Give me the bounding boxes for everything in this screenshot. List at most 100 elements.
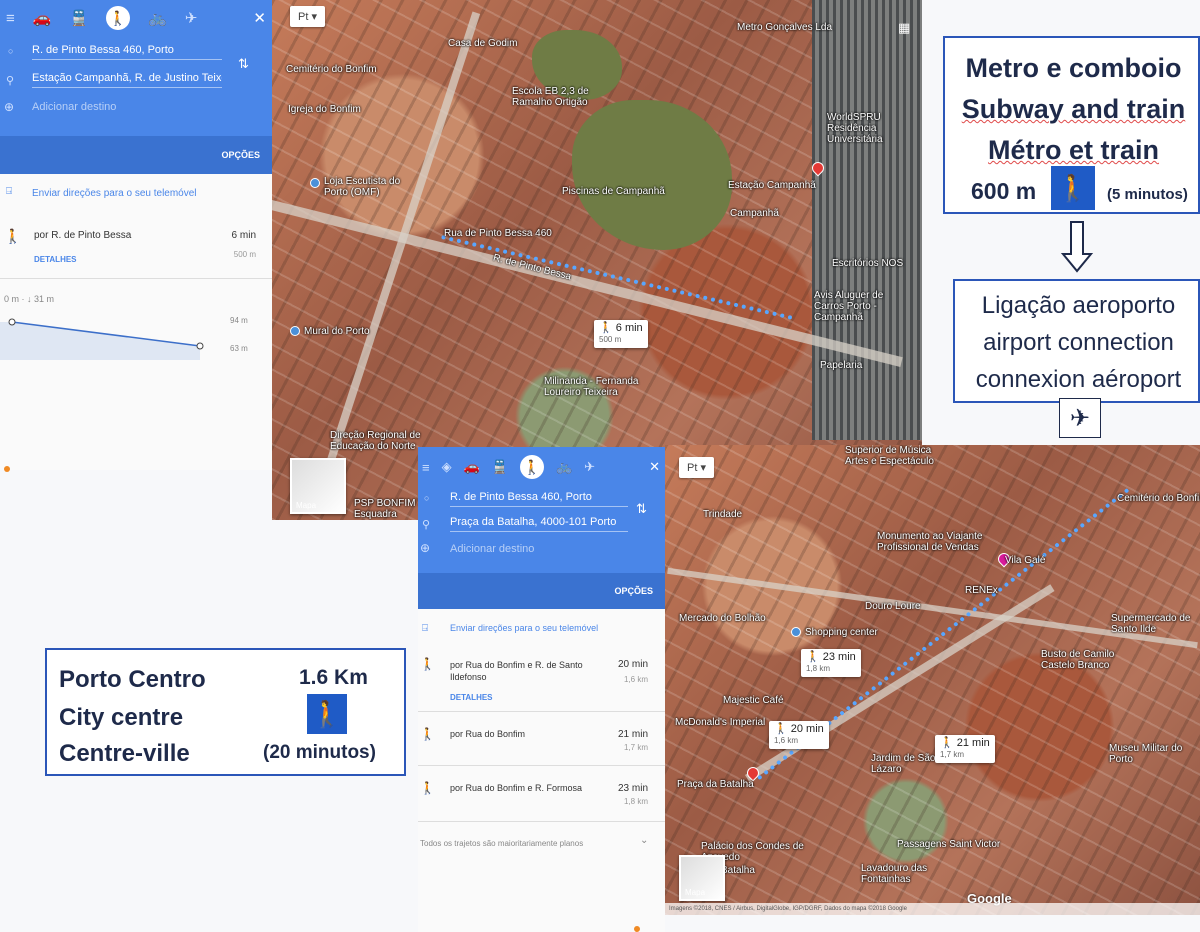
details-link[interactable]: DETALHES <box>450 693 493 702</box>
directions-header: ≡ 🚗 🚆 🚶 🚲 ✈ ✕ ○ R. de Pinto Bessa 460, P… <box>0 0 272 136</box>
aerial-map-centro[interactable]: Pt ▾ Superior de Música Artes e Espectác… <box>665 445 1200 915</box>
origin-dot-icon: ○ <box>424 493 430 503</box>
car-icon[interactable]: 🚗 <box>33 9 52 27</box>
map-label: Estação Campanhã <box>728 180 816 191</box>
walk-icon: 🚶 <box>774 723 788 735</box>
close-icon[interactable]: ✕ <box>649 459 660 475</box>
swap-icon[interactable]: ⇅ <box>636 501 647 517</box>
destination-input[interactable]: Praça da Batalha, 4000-101 Porto <box>450 516 628 532</box>
map-label: Batalha <box>721 865 755 876</box>
origin-input[interactable]: R. de Pinto Bessa 460, Porto <box>32 44 222 60</box>
origin-dot-icon: ○ <box>8 46 14 56</box>
railway-tracks <box>812 0 922 440</box>
flight-icon[interactable]: ✈ <box>185 9 198 27</box>
options-button[interactable]: OPÇÕES <box>418 573 665 609</box>
shopping-pin-icon[interactable] <box>791 627 801 637</box>
car-icon[interactable]: 🚗 <box>464 459 480 475</box>
apps-grid-icon[interactable]: ▦ <box>898 20 910 36</box>
send-to-phone-icon[interactable]: ⍈ <box>6 186 12 197</box>
walk-icon: 🚶 <box>420 781 435 795</box>
walk-icon: 🚶 <box>307 694 347 734</box>
walk-mode-icon[interactable]: 🚶 <box>106 6 131 30</box>
map-label: Casa de Godim <box>448 38 518 49</box>
bike-icon[interactable]: 🚲 <box>556 459 572 475</box>
chevron-down-icon[interactable]: ⌄ <box>640 835 648 846</box>
menu-icon[interactable]: ≡ <box>422 460 430 475</box>
add-destination[interactable]: Adicionar destino <box>450 543 628 558</box>
layer-thumbnail[interactable]: Mapa <box>679 855 725 901</box>
aerial-map-campanha[interactable]: Pt ▾ Casa de Godim Cemitério do Bonfim I… <box>272 0 922 520</box>
map-label: Igreja do Bonfim <box>288 104 361 115</box>
map-label: RENEx <box>965 585 998 596</box>
elevation-summary: 0 m · ↓ 31 m <box>4 294 55 304</box>
route-time: 20 min <box>617 659 648 670</box>
route-distance: 1,7 km <box>623 743 648 752</box>
walk-icon: 🚶 <box>1051 166 1095 210</box>
map-label: Metro Gonçalves Lda <box>737 22 833 33</box>
distance-label: 600 m <box>971 178 1037 204</box>
info-line: Centre-ville <box>59 740 190 767</box>
place-pin-icon[interactable] <box>290 326 300 336</box>
screen-marker <box>4 466 10 472</box>
map-label: Campanhã <box>730 208 779 219</box>
send-directions-link[interactable]: Enviar direções para o seu telemóvel <box>450 623 598 633</box>
map-label: Monumento ao Viajante Profissional de Ve… <box>877 531 983 553</box>
divider <box>0 278 272 279</box>
place-pin-icon[interactable] <box>310 178 320 188</box>
map-label: Escritórios NOS <box>832 258 904 269</box>
send-to-phone-icon[interactable]: ⍈ <box>422 623 428 634</box>
transit-icon[interactable]: 🚆 <box>69 9 88 27</box>
map-label: Papelaria <box>820 360 863 371</box>
info-line: City centre <box>59 704 184 731</box>
destination-input[interactable]: Estação Campanhã, R. de Justino Teixe <box>32 72 222 88</box>
details-link[interactable]: DETALHES <box>34 255 77 264</box>
distance-label: 1.6 Km <box>299 666 368 689</box>
bike-icon[interactable]: 🚲 <box>148 9 167 27</box>
flight-icon[interactable]: ✈ <box>584 459 595 475</box>
layer-thumbnail[interactable]: Mapa <box>290 458 346 514</box>
airport-connection-box: Ligação aeroporto airport connection con… <box>953 279 1200 403</box>
route-name[interactable]: por Rua do Bonfim e R. de Santo Ildefons… <box>450 659 600 683</box>
route-distance: 1,8 km <box>623 797 648 806</box>
routes-footer-note: Todos os trajetos são maioritariamente p… <box>420 839 584 848</box>
map-label: Lavadouro das Fontainhas <box>861 863 928 885</box>
directions-panel-1: ≡ 🚗 🚆 🚶 🚲 ✈ ✕ ○ R. de Pinto Bessa 460, P… <box>0 0 272 470</box>
map-label: Douro Loure <box>865 601 921 612</box>
walk-icon: 🚶 <box>806 651 820 663</box>
info-line: Subway and train <box>961 94 1186 124</box>
map-label: Cemitério do Bonfim <box>286 64 377 75</box>
metro-train-info-box: Metro e comboio Subway and train Métro e… <box>943 36 1200 214</box>
map-label: Museu Militar do Porto <box>1109 743 1183 765</box>
directions-panel-2: ≡ ◈ 🚗 🚆 🚶 🚲 ✈ ✕ ○ R. de Pinto Bessa 460,… <box>418 447 665 932</box>
route-time-callout[interactable]: 🚶 23 min 1,8 km <box>801 649 861 677</box>
duration-label: (20 minutos) <box>263 742 376 763</box>
route-name[interactable]: por R. de Pinto Bessa <box>34 230 131 241</box>
map-search-box[interactable]: Pt ▾ <box>679 457 714 478</box>
connection-line: connexion aéroport <box>975 366 1182 393</box>
close-icon[interactable]: ✕ <box>253 9 266 27</box>
walk-mode-icon[interactable]: 🚶 <box>519 455 544 479</box>
add-icon: ⊕ <box>420 541 431 555</box>
map-label: Passagens Saint Victor <box>897 839 1001 850</box>
transit-icon[interactable]: 🚆 <box>492 459 508 475</box>
add-destination[interactable]: Adicionar destino <box>32 101 222 116</box>
route-time: 21 min <box>617 729 648 740</box>
route-time: 6 min <box>231 230 256 241</box>
swap-icon[interactable]: ⇅ <box>238 56 249 72</box>
route-distance: 1,6 km <box>623 675 648 684</box>
route-time-callout[interactable]: 🚶 21 min 1,7 km <box>935 735 995 763</box>
send-directions-link[interactable]: Enviar direções para o seu telemóvel <box>32 188 197 199</box>
origin-input[interactable]: R. de Pinto Bessa 460, Porto <box>450 491 628 507</box>
route-name[interactable]: por Rua do Bonfim e R. Formosa <box>450 783 582 793</box>
route-time-callout[interactable]: 🚶 6 min 500 m <box>594 320 648 348</box>
options-button[interactable]: OPÇÕES <box>0 136 272 174</box>
route-time-callout[interactable]: 🚶 20 min 1,6 km <box>769 721 829 749</box>
menu-icon[interactable]: ≡ <box>6 10 15 27</box>
directions-icon[interactable]: ◈ <box>442 459 452 475</box>
map-label: Superior de Música Artes e Espectáculo <box>845 445 934 467</box>
walk-icon: 🚶 <box>420 727 435 741</box>
map-search-box[interactable]: Pt ▾ <box>290 6 325 27</box>
route-name[interactable]: por Rua do Bonfim <box>450 729 525 739</box>
city-centre-info-box: Porto Centro City centre Centre-ville 1.… <box>45 648 406 776</box>
map-label: Busto de Camilo Castelo Branco <box>1041 649 1115 671</box>
